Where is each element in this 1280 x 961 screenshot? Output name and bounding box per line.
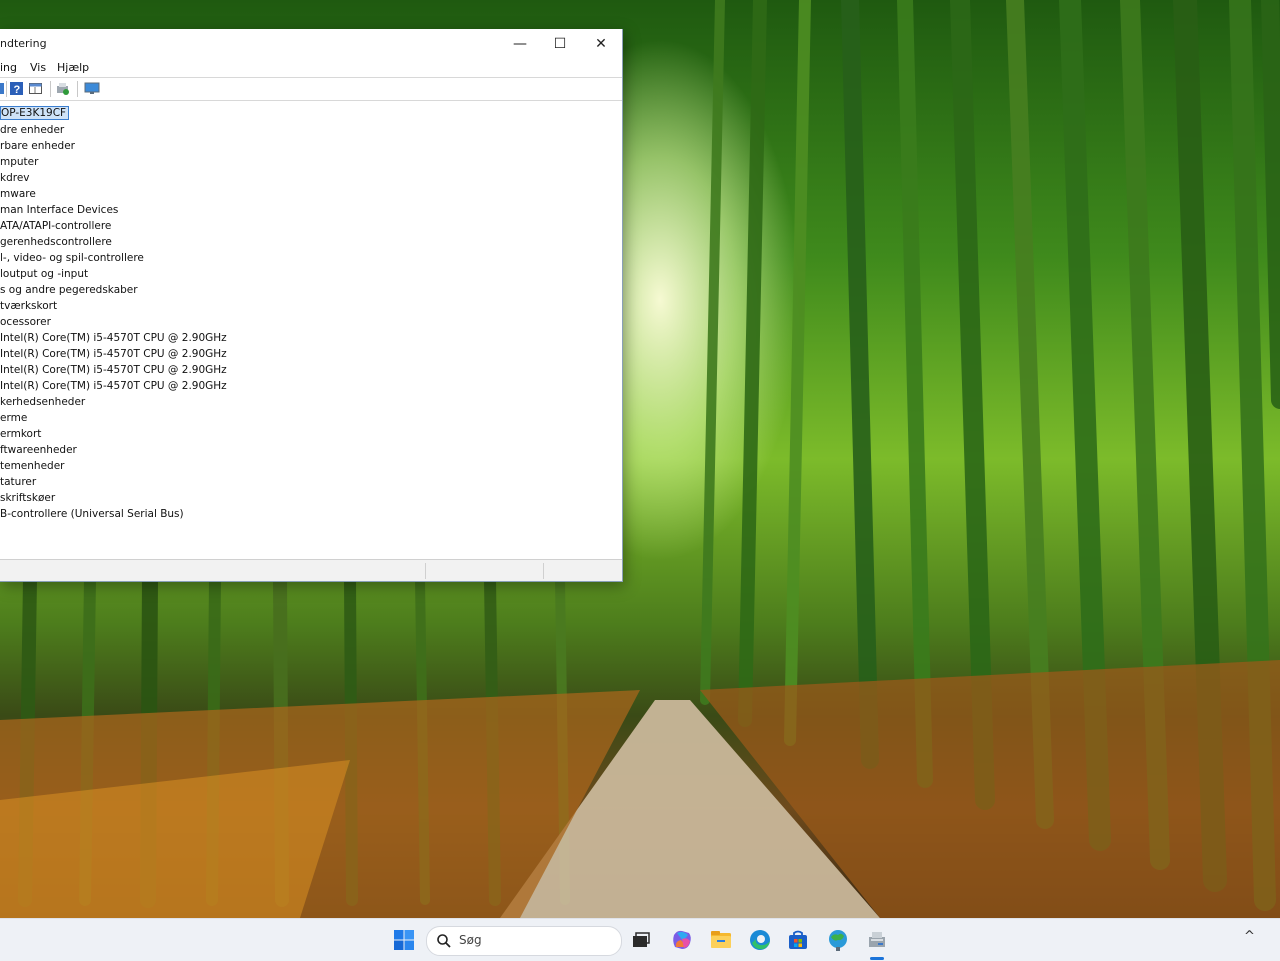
status-bar: [0, 559, 622, 581]
search-placeholder: Søg: [459, 933, 482, 947]
device-manager-icon[interactable]: [864, 927, 890, 953]
tree-item[interactable]: ermkort: [0, 426, 41, 442]
weather-icon[interactable]: [825, 927, 851, 953]
tree-item[interactable]: B-controllere (Universal Serial Bus): [0, 506, 184, 522]
tree-item-label: Intel(R) Core(TM) i5-4570T CPU @ 2.90GHz: [0, 364, 227, 376]
tree-item-label: erme: [0, 412, 28, 424]
edge-icon[interactable]: [747, 927, 773, 953]
tree-item[interactable]: Intel(R) Core(TM) i5-4570T CPU @ 2.90GHz: [0, 346, 227, 362]
menu-bar: ing Vis Hjælp: [0, 59, 622, 77]
tree-item-label: mware: [0, 188, 36, 200]
toolbar: ?: [0, 77, 622, 101]
tree-item[interactable]: Intel(R) Core(TM) i5-4570T CPU @ 2.90GHz: [0, 378, 227, 394]
tree-item[interactable]: kdrev: [0, 170, 30, 186]
tree-item[interactable]: dre enheder: [0, 122, 64, 138]
tree-item[interactable]: temenheder: [0, 458, 64, 474]
help-icon[interactable]: ?: [10, 82, 23, 95]
tree-item[interactable]: taturer: [0, 474, 36, 490]
update-driver-icon[interactable]: [56, 82, 69, 95]
tree-item-label: kerhedsenheder: [0, 396, 86, 408]
status-divider: [543, 563, 544, 579]
tree-item-label: ftwareenheder: [0, 444, 77, 456]
tree-item-label: Intel(R) Core(TM) i5-4570T CPU @ 2.90GHz: [0, 348, 227, 360]
tree-item[interactable]: gerenhedscontrollere: [0, 234, 112, 250]
menu-action[interactable]: ing: [0, 61, 17, 74]
maximize-icon: ☐: [553, 36, 567, 52]
tree-item-label: man Interface Devices: [0, 204, 119, 216]
tree-item[interactable]: Intel(R) Core(TM) i5-4570T CPU @ 2.90GHz: [0, 330, 227, 346]
menu-help[interactable]: Hjælp: [57, 61, 89, 74]
tree-item-label: tværkskort: [0, 300, 58, 312]
device-tree: OP-E3K19CF dre enheder rbare enheder mputer…: [0, 105, 622, 557]
status-divider: [425, 563, 426, 579]
tree-item-label: gerenhedscontrollere: [0, 236, 112, 248]
tree-item-label: mputer: [0, 156, 39, 168]
tree-item-label: ocessorer: [0, 316, 51, 328]
tree-item[interactable]: mware: [0, 186, 36, 202]
tree-item[interactable]: tværkskort: [0, 298, 57, 314]
tree-item-label: OP-E3K19CF: [0, 106, 70, 120]
task-view-icon[interactable]: [628, 927, 654, 953]
tree-item-label: l-, video- og spil-controllere: [0, 252, 144, 264]
taskbar: Søg ^: [0, 918, 1280, 961]
tree-item-label: dre enheder: [0, 124, 65, 136]
microsoft-store-icon[interactable]: [785, 927, 811, 953]
tree-root-computer[interactable]: OP-E3K19CF: [0, 105, 70, 121]
maximize-button[interactable]: ☐: [540, 29, 580, 59]
tree-item[interactable]: s og andre pegeredskaber: [0, 282, 138, 298]
svg-text:?: ?: [14, 84, 21, 95]
tree-item[interactable]: rbare enheder: [0, 138, 75, 154]
tree-item-label: loutput og -input: [0, 268, 89, 280]
tree-item-label: kdrev: [0, 172, 30, 184]
tree-item[interactable]: ocessorer: [0, 314, 51, 330]
tree-item[interactable]: kerhedsenheder: [0, 394, 85, 410]
tree-item[interactable]: loutput og -input: [0, 266, 88, 282]
minimize-button[interactable]: —: [500, 29, 540, 59]
tree-item[interactable]: ftwareenheder: [0, 442, 77, 458]
tree-item[interactable]: l-, video- og spil-controllere: [0, 250, 144, 266]
toolbar-separator: [6, 81, 7, 97]
tree-item-label: skriftskøer: [0, 492, 56, 504]
tree-item[interactable]: man Interface Devices: [0, 202, 118, 218]
copilot-icon[interactable]: [669, 927, 695, 953]
minimize-icon: —: [513, 36, 527, 52]
toolbar-separator: [77, 81, 78, 97]
menu-view[interactable]: Vis: [30, 61, 46, 74]
tree-item[interactable]: Intel(R) Core(TM) i5-4570T CPU @ 2.90GHz: [0, 362, 227, 378]
search-box[interactable]: Søg: [426, 926, 622, 956]
close-button[interactable]: ✕: [581, 29, 621, 59]
tree-item-label: ermkort: [0, 428, 42, 440]
tree-item-label: rbare enheder: [0, 140, 75, 152]
tree-item[interactable]: erme: [0, 410, 27, 426]
monitor-icon[interactable]: [84, 82, 100, 95]
tree-item-label: B-controllere (Universal Serial Bus): [0, 508, 184, 520]
tree-item[interactable]: ATA/ATAPI-controllere: [0, 218, 111, 234]
tree-item-label: Intel(R) Core(TM) i5-4570T CPU @ 2.90GHz: [0, 380, 227, 392]
toolbar-separator: [50, 81, 51, 97]
file-explorer-icon[interactable]: [708, 927, 734, 953]
title-bar[interactable]: ndtering — ☐ ✕: [0, 29, 622, 59]
tree-item-label: Intel(R) Core(TM) i5-4570T CPU @ 2.90GHz: [0, 332, 227, 344]
windows-start-icon[interactable]: [391, 927, 417, 953]
search-icon: [437, 934, 451, 948]
close-icon: ✕: [595, 36, 607, 52]
chevron-up-icon[interactable]: ^: [1244, 929, 1255, 944]
tree-item-label: taturer: [0, 476, 37, 488]
window-title: ndtering: [0, 37, 47, 50]
tree-item[interactable]: skriftskøer: [0, 490, 55, 506]
properties-icon[interactable]: [29, 82, 42, 95]
tree-item[interactable]: mputer: [0, 154, 38, 170]
tree-item-label: temenheder: [0, 460, 65, 472]
tree-item-label: ATA/ATAPI-controllere: [0, 220, 112, 232]
tree-item-label: s og andre pegeredskaber: [0, 284, 138, 296]
device-manager-window[interactable]: ndtering — ☐ ✕ ing Vis Hjælp ? OP-E3K19C…: [0, 29, 623, 582]
